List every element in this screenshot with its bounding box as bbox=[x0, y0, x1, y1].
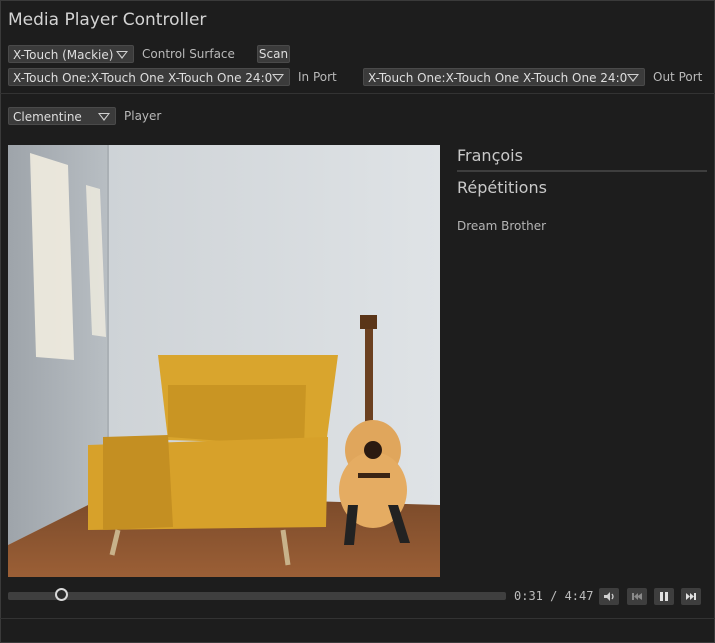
artist-name: François bbox=[457, 146, 523, 165]
player-value: Clementine bbox=[13, 110, 82, 124]
chevron-down-icon bbox=[627, 74, 639, 82]
next-icon bbox=[686, 593, 696, 600]
volume-icon bbox=[604, 592, 614, 601]
player-label: Player bbox=[124, 109, 162, 123]
separator bbox=[0, 93, 715, 94]
previous-button[interactable] bbox=[627, 588, 647, 605]
album-art bbox=[8, 145, 440, 577]
chevron-down-icon bbox=[98, 113, 110, 121]
chevron-down-icon bbox=[272, 74, 284, 82]
player-select[interactable]: Clementine bbox=[8, 107, 116, 125]
control-surface-label: Control Surface bbox=[142, 47, 235, 61]
track-title: Dream Brother bbox=[457, 219, 547, 233]
in-port-select[interactable]: X-Touch One:X-Touch One X-Touch One 24:0 bbox=[8, 68, 290, 86]
out-port-value: X-Touch One:X-Touch One X-Touch One 24:0 bbox=[368, 71, 628, 85]
chevron-down-icon bbox=[116, 51, 128, 59]
previous-icon bbox=[632, 593, 642, 600]
artist-divider bbox=[457, 170, 707, 172]
out-port-select[interactable]: X-Touch One:X-Touch One X-Touch One 24:0 bbox=[363, 68, 645, 86]
next-button[interactable] bbox=[681, 588, 701, 605]
volume-button[interactable] bbox=[599, 588, 619, 605]
scan-button[interactable]: Scan bbox=[257, 45, 290, 63]
out-port-label: Out Port bbox=[653, 70, 703, 84]
album-name: Répétitions bbox=[457, 178, 547, 197]
time-readout: 0:31 / 4:47 bbox=[514, 589, 594, 603]
in-port-value: X-Touch One:X-Touch One X-Touch One 24:0 bbox=[13, 71, 273, 85]
status-bar-divider bbox=[0, 618, 715, 619]
pause-icon bbox=[660, 592, 668, 601]
control-surface-value: X-Touch (Mackie) bbox=[13, 48, 114, 62]
pause-button[interactable] bbox=[654, 588, 674, 605]
seek-slider[interactable] bbox=[8, 592, 506, 600]
control-surface-select[interactable]: X-Touch (Mackie) bbox=[8, 45, 134, 63]
in-port-label: In Port bbox=[298, 70, 337, 84]
window-title: Media Player Controller bbox=[8, 10, 207, 30]
